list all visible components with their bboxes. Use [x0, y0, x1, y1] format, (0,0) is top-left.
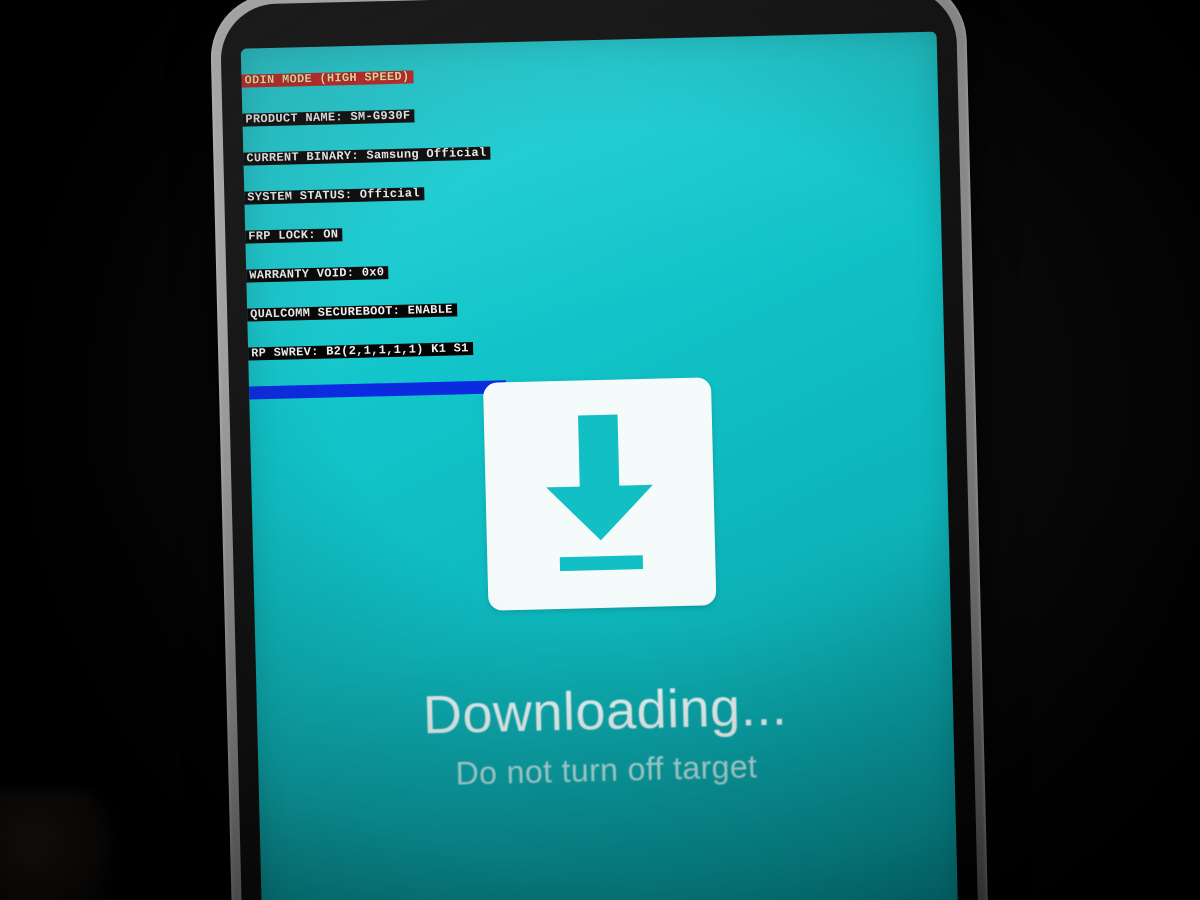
- odin-line-binary: CURRENT BINARY: Samsung Official: [243, 147, 490, 166]
- phone-body: ODIN MODE (HIGH SPEED) PRODUCT NAME: SM-…: [209, 0, 990, 900]
- phone-screen: ODIN MODE (HIGH SPEED) PRODUCT NAME: SM-…: [241, 32, 959, 900]
- downloading-subtitle: Do not turn off target: [258, 743, 955, 797]
- odin-blue-bar: [249, 380, 506, 399]
- finger-shadow: [0, 790, 120, 900]
- odin-line-swrev: RP SWREV: B2(2,1,1,1,1) K1 S1: [248, 342, 473, 360]
- odin-line-secureboot: QUALCOMM SECUREBOOT: ENABLE: [247, 303, 457, 321]
- odin-line-frp: FRP LOCK: ON: [245, 228, 342, 243]
- odin-line-product: PRODUCT NAME: SM-G930F: [242, 109, 414, 126]
- download-text-block: Downloading... Do not turn off target: [256, 671, 954, 797]
- odin-line-warranty: WARRANTY VOID: 0x0: [246, 266, 388, 282]
- download-icon: [483, 377, 717, 611]
- photo-scene: ODIN MODE (HIGH SPEED) PRODUCT NAME: SM-…: [0, 0, 1200, 900]
- odin-mode-line: ODIN MODE (HIGH SPEED): [241, 70, 413, 87]
- download-arrow-icon: [522, 408, 678, 580]
- odin-line-system: SYSTEM STATUS: Official: [244, 187, 424, 204]
- odin-debug-block: ODIN MODE (HIGH SPEED) PRODUCT NAME: SM-…: [241, 42, 507, 425]
- downloading-title: Downloading...: [256, 671, 953, 750]
